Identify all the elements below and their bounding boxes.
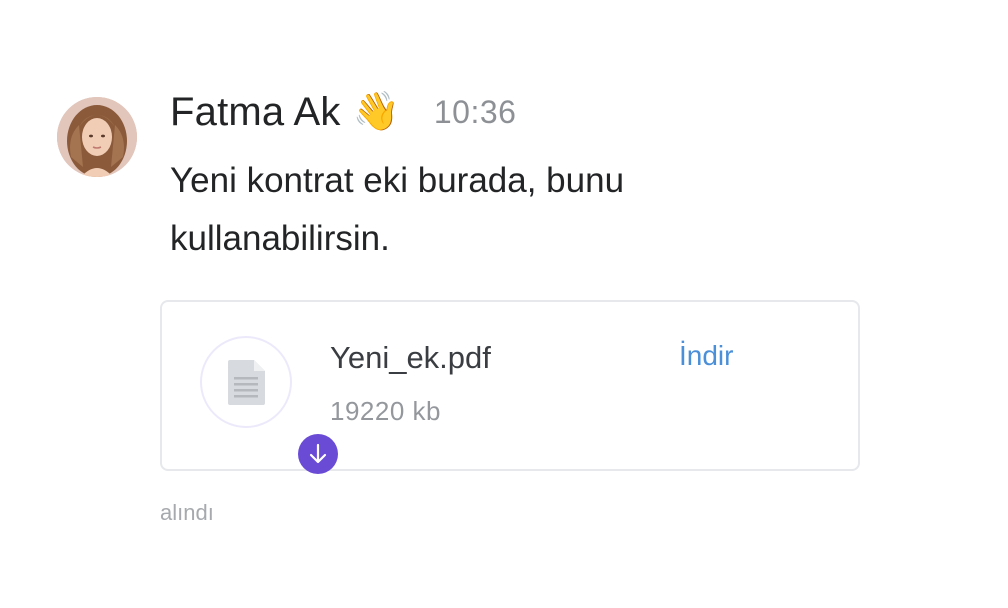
message-header: Fatma Ak 👋 10:36	[170, 84, 516, 140]
download-badge[interactable]	[298, 434, 338, 474]
message-text: Yeni kontrat eki burada, bunu kullanabil…	[170, 161, 625, 258]
file-attachment-card[interactable]: Yeni_ek.pdf 19220 kb İndir	[160, 300, 860, 474]
avatar-image	[57, 97, 137, 177]
message-status: alındı	[160, 500, 214, 525]
waving-hand-emoji: 👋	[352, 91, 400, 133]
avatar[interactable]	[57, 97, 137, 177]
file-icon-circle	[200, 336, 338, 474]
download-link[interactable]: İndir	[679, 340, 733, 372]
arrow-down-icon	[309, 443, 327, 464]
message-timestamp: 10:36	[433, 93, 517, 130]
document-icon	[228, 360, 265, 405]
file-size: 19220 kb	[330, 396, 441, 426]
file-name: Yeni_ek.pdf	[330, 340, 491, 375]
sender-name[interactable]: Fatma Ak	[170, 90, 341, 135]
